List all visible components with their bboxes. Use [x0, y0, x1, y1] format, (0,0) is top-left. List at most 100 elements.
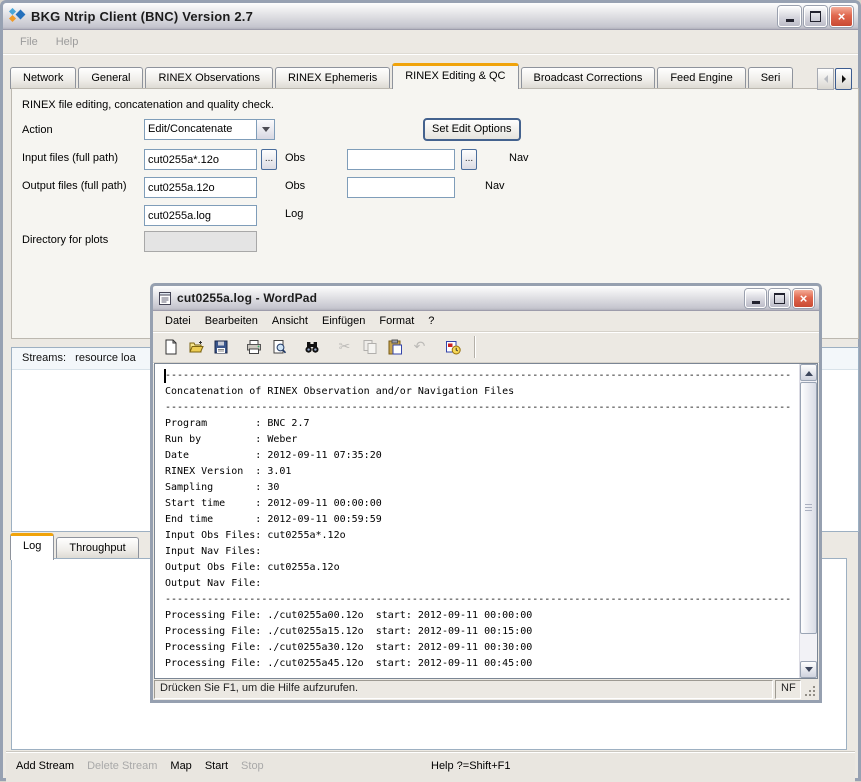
nav-label: Nav — [485, 180, 505, 192]
bnc-maximize-button[interactable] — [804, 6, 827, 27]
action-select[interactable]: Edit/Concatenate — [144, 119, 275, 140]
wordpad-window: cut0255a.log - WordPad × DateiBearbeiten… — [150, 283, 822, 703]
log-tabstrip: LogThroughput — [10, 533, 141, 559]
menu-item[interactable]: File — [12, 34, 46, 50]
log-line: Processing File: ./cut0255a45.12o start:… — [165, 656, 799, 672]
log-line: Processing File: ./cut0255a15.12o start:… — [165, 624, 799, 640]
resize-grip[interactable] — [803, 680, 818, 699]
wordpad-titlebar[interactable]: cut0255a.log - WordPad × — [153, 286, 819, 311]
copy-icon — [358, 336, 381, 358]
action-button[interactable]: Start — [205, 760, 228, 772]
action-button[interactable]: Add Stream — [16, 760, 74, 772]
plots-dir-field — [144, 231, 257, 252]
open-icon[interactable] — [184, 336, 207, 358]
tab[interactable]: RINEX Ephemeris — [275, 67, 390, 89]
menu-item[interactable]: ? — [421, 313, 441, 329]
tab[interactable]: RINEX Editing & QC — [392, 63, 518, 89]
log-line: Date : 2012-09-11 07:35:20 — [165, 448, 799, 464]
bnc-menubar: FileHelp — [3, 30, 858, 54]
save-icon[interactable] — [209, 336, 232, 358]
tab[interactable]: General — [78, 67, 143, 89]
tab[interactable]: Broadcast Corrections — [521, 67, 656, 89]
output-log-field[interactable] — [144, 205, 257, 226]
print-preview-icon[interactable] — [267, 336, 290, 358]
obs-label: Obs — [285, 152, 305, 164]
log-line: ----------------------------------------… — [165, 592, 799, 608]
undo-icon: ↶ — [408, 336, 431, 358]
menu-item[interactable]: Help — [48, 34, 87, 50]
scrollbar-thumb[interactable] — [800, 382, 817, 634]
action-button[interactable]: Map — [170, 760, 191, 772]
print-icon[interactable] — [242, 336, 265, 358]
output-obs-field[interactable] — [144, 177, 257, 198]
menu-item[interactable]: Format — [372, 313, 421, 329]
scroll-up-icon[interactable] — [800, 364, 817, 381]
browse-input-nav-button[interactable]: ... — [461, 149, 477, 170]
bnc-tabstrip: NetworkGeneralRINEX ObservationsRINEX Ep… — [10, 63, 819, 89]
wordpad-maximize-button[interactable] — [769, 289, 790, 308]
vertical-scrollbar[interactable] — [799, 364, 817, 678]
scroll-down-icon[interactable] — [800, 661, 817, 678]
find-icon[interactable] — [300, 336, 323, 358]
menu-item[interactable]: Ansicht — [265, 313, 315, 329]
log-line: Program : BNC 2.7 — [165, 416, 799, 432]
wordpad-minimize-button[interactable] — [745, 289, 766, 308]
tab[interactable]: Network — [10, 67, 76, 89]
log-line: Input Obs Files: cut0255a*.12o — [165, 528, 799, 544]
tab[interactable]: RINEX Observations — [145, 67, 272, 89]
action-button: Delete Stream — [87, 760, 157, 772]
set-edit-options-button[interactable]: Set Edit Options — [423, 118, 521, 141]
action-button: Stop — [241, 760, 264, 772]
new-icon[interactable] — [159, 336, 182, 358]
browse-input-obs-button[interactable]: ... — [261, 149, 277, 170]
menu-item[interactable]: Einfügen — [315, 313, 372, 329]
tab-scroll-right-icon[interactable] — [835, 68, 852, 90]
bnc-minimize-button[interactable] — [778, 6, 801, 27]
bnc-close-button[interactable]: × — [830, 6, 853, 27]
input-obs-field[interactable] — [144, 149, 257, 170]
wordpad-statusbar: Drücken Sie F1, um die Hilfe aufzurufen.… — [153, 679, 819, 700]
status-message: Drücken Sie F1, um die Hilfe aufzurufen. — [154, 680, 773, 699]
action-label: Action — [22, 124, 53, 136]
menu-item[interactable]: Bearbeiten — [198, 313, 265, 329]
log-line: Input Nav Files: — [165, 544, 799, 560]
log-line: ----------------------------------------… — [165, 368, 799, 384]
log-line: RINEX Version : 3.01 — [165, 464, 799, 480]
plots-dir-label: Directory for plots — [22, 234, 108, 246]
wordpad-document[interactable]: ----------------------------------------… — [154, 363, 818, 679]
bnc-titlebar[interactable]: BKG Ntrip Client (BNC) Version 2.7 × — [3, 3, 858, 30]
log-line: ----------------------------------------… — [165, 400, 799, 416]
help-shortcut-label: Help ?=Shift+F1 — [431, 760, 511, 772]
log-label: Log — [285, 208, 303, 220]
tab[interactable]: Seri — [748, 67, 794, 89]
bnc-app-icon — [8, 8, 26, 24]
log-line: End time : 2012-09-11 00:59:59 — [165, 512, 799, 528]
input-nav-field[interactable] — [347, 149, 455, 170]
wordpad-window-title: cut0255a.log - WordPad — [177, 291, 740, 305]
status-nf-indicator: NF — [775, 680, 801, 699]
log-line: Output Nav File: — [165, 576, 799, 592]
bnc-window-title: BKG Ntrip Client (BNC) Version 2.7 — [31, 9, 773, 24]
panel-description: RINEX file editing, concatenation and qu… — [22, 99, 274, 111]
tab-scroll-left-icon — [817, 68, 834, 90]
wordpad-menubar: DateiBearbeitenAnsichtEinfügenFormat? — [153, 311, 819, 332]
log-line: Processing File: ./cut0255a30.12o start:… — [165, 640, 799, 656]
tab[interactable]: Log — [10, 533, 54, 560]
output-nav-field[interactable] — [347, 177, 455, 198]
tab[interactable]: Feed Engine — [657, 67, 745, 89]
input-files-label: Input files (full path) — [22, 152, 118, 164]
text-caret — [164, 369, 166, 383]
chevron-down-icon[interactable] — [256, 120, 274, 139]
menu-item[interactable]: Datei — [158, 313, 198, 329]
date-time-icon[interactable] — [441, 336, 464, 358]
log-line: Output Obs File: cut0255a.12o — [165, 560, 799, 576]
tab[interactable]: Throughput — [56, 537, 138, 559]
cut-icon: ✂ — [333, 336, 356, 358]
log-line: Processing File: ./cut0255a00.12o start:… — [165, 608, 799, 624]
wordpad-close-button[interactable]: × — [793, 289, 814, 308]
log-line: Sampling : 30 — [165, 480, 799, 496]
log-line: Concatenation of RINEX Observation and/o… — [165, 384, 799, 400]
log-line: Start time : 2012-09-11 00:00:00 — [165, 496, 799, 512]
toolbar-separator — [474, 336, 475, 358]
paste-icon[interactable] — [383, 336, 406, 358]
